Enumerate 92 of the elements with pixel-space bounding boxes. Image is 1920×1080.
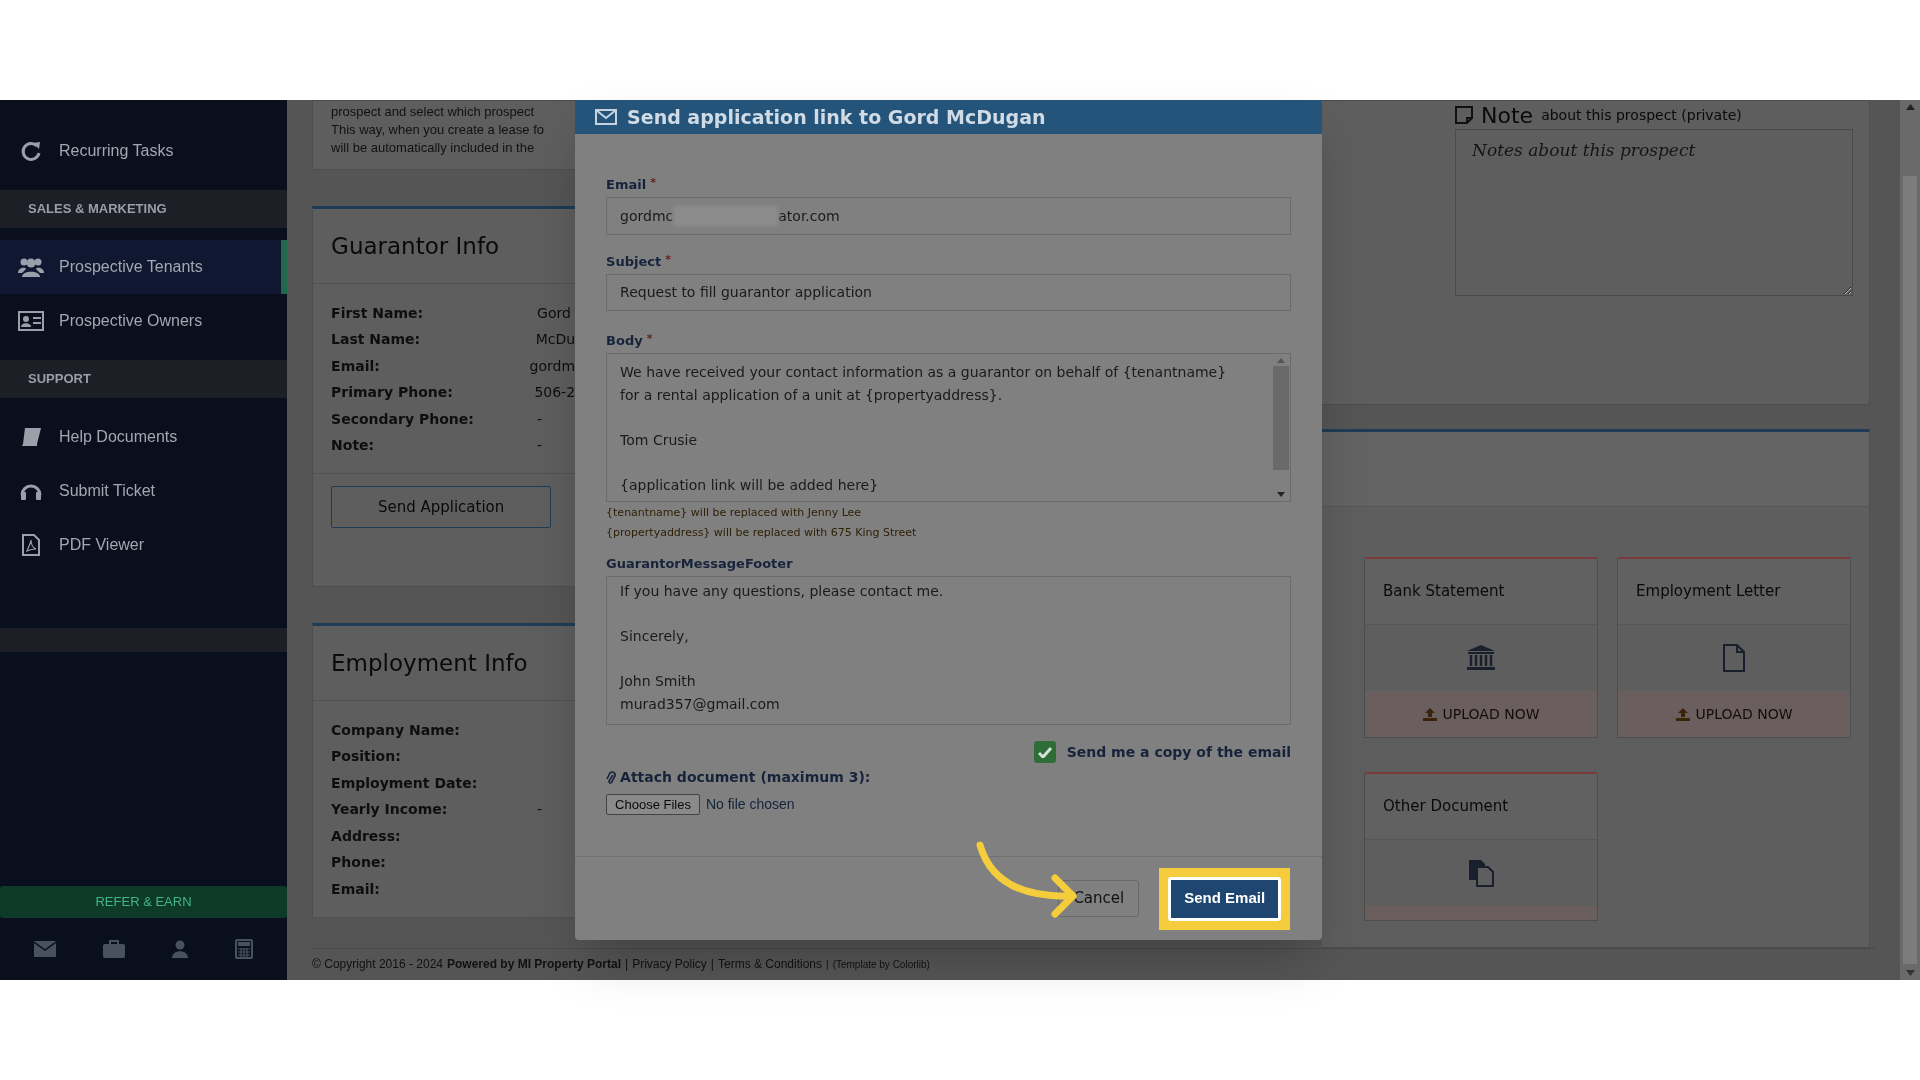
field-value: -	[537, 436, 543, 456]
calculator-icon[interactable]	[235, 939, 254, 959]
intro-text: This way, when you create a lease fo	[331, 121, 544, 139]
document-title: Other Document	[1383, 796, 1509, 818]
refer-earn-button[interactable]: REFER & EARN	[0, 886, 288, 918]
refresh-icon	[20, 140, 42, 162]
note-subtitle: about this prospect (private)	[1541, 105, 1742, 125]
field-label: Email	[606, 176, 647, 194]
briefcase-icon[interactable]	[102, 940, 125, 958]
upload-now-button[interactable]: UPLOAD NOW	[1365, 691, 1598, 737]
users-icon	[18, 257, 44, 277]
notes-field[interactable]: Notes about this prospect	[1455, 129, 1854, 296]
upload-now-button[interactable]: UPLOAD NOW	[1618, 691, 1851, 737]
field-label: Employment Date:	[331, 773, 479, 793]
field-label: Last Name:	[331, 330, 422, 350]
field-value: 506-2	[534, 383, 576, 403]
field-label: Body	[606, 332, 643, 350]
field-label: Phone:	[331, 853, 387, 873]
upload-icon	[1675, 707, 1690, 721]
template-credit: (Template by Colorlib)	[832, 957, 930, 972]
field-label: Position:	[331, 747, 402, 767]
pdf-file-icon	[21, 534, 41, 556]
scrollbar[interactable]	[1900, 100, 1920, 980]
field-label: Note:	[331, 436, 376, 456]
field-label: Secondary Phone:	[331, 409, 475, 429]
note-title: Note	[1481, 101, 1534, 130]
upload-icon	[1422, 707, 1437, 721]
send-application-button[interactable]: Send Application	[331, 486, 552, 528]
field-label: GuarantorMessageFooter	[606, 555, 794, 573]
powered-by-text: Powered by MI Property Portal	[447, 956, 622, 973]
field-value: -	[537, 800, 543, 820]
required-mark: *	[650, 175, 656, 191]
sidebar-item[interactable]: Prospective Owners	[0, 294, 288, 348]
separator: |	[625, 956, 629, 973]
field-label: First Name:	[331, 303, 425, 323]
field-value: McDu	[535, 330, 576, 350]
paperclip-icon	[606, 770, 617, 785]
email-field[interactable]: gordmc ator.com	[606, 197, 1292, 235]
cancel-button[interactable]: Cancel	[1058, 880, 1140, 917]
copyright-text: © Copyright 2016 - 2024	[312, 956, 443, 973]
file-status: No file chosen	[705, 795, 795, 814]
scroll-down-icon[interactable]	[1277, 492, 1286, 497]
book-icon	[20, 427, 42, 447]
intro-text: will be automatically included in the	[331, 139, 535, 157]
subject-field[interactable]: Request to fill guarantor application	[606, 274, 1292, 311]
separator: |	[826, 957, 829, 972]
bank-icon	[1466, 644, 1497, 672]
sidebar-item[interactable]: Help Documents	[0, 410, 288, 464]
field-label: Address:	[331, 826, 402, 846]
hint-text: {tenantname} will be replaced with Jenny Lee	[606, 505, 863, 521]
send-email-button[interactable]: Send Email	[1168, 876, 1282, 921]
required-mark: *	[646, 331, 653, 347]
field-value: Gord	[537, 303, 571, 323]
scroll-up-icon[interactable]	[1277, 358, 1286, 363]
field-value: -	[537, 409, 543, 429]
modal-title: Send application link to Gord McDugan	[627, 104, 1046, 130]
document-title: Employment Letter	[1636, 581, 1781, 603]
field-label: Email:	[331, 356, 381, 376]
attach-label: Attach document (maximum 3):	[620, 768, 871, 787]
scroll-up-icon[interactable]	[1905, 104, 1915, 110]
intro-text: prospect and select which prospect	[331, 103, 535, 121]
scroll-down-icon[interactable]	[1905, 970, 1915, 976]
files-icon	[1467, 859, 1496, 887]
file-icon	[1722, 644, 1747, 672]
separator: |	[710, 956, 714, 973]
field-label: Subject	[606, 253, 662, 271]
choose-files-button[interactable]: Choose Files	[606, 794, 700, 815]
required-mark: *	[665, 252, 671, 268]
field-value: gordm	[529, 356, 576, 376]
sidebar-item[interactable]: Recurring Tasks	[0, 124, 288, 178]
checkbox[interactable]	[1033, 741, 1056, 763]
id-card-icon	[18, 311, 44, 331]
field-label: Company Name:	[331, 720, 461, 740]
field-label: Email:	[331, 879, 381, 899]
check-icon	[1037, 746, 1052, 758]
card-title: Guarantor Info	[331, 231, 500, 261]
hint-text: {propertyaddress} will be replaced with 675 King Street	[606, 525, 918, 541]
envelope-icon[interactable]	[33, 941, 56, 957]
sidebar-item[interactable]: PDF Viewer	[0, 518, 288, 572]
sidebar-section-label: SALES & MARKETING	[0, 190, 288, 228]
footer-textarea[interactable]: If you have any questions, please contact me. Sincerely, John Smith murad357@gmail.com	[606, 576, 1292, 725]
field-label: Primary Phone:	[331, 383, 454, 403]
sidebar-item[interactable]: Submit Ticket	[0, 464, 288, 518]
checkbox-label: Send me a copy of the email	[1066, 742, 1292, 762]
card-title: Employment Info	[331, 648, 528, 678]
sidebar-section-label: SUPPORT	[0, 360, 288, 398]
user-icon[interactable]	[172, 940, 189, 958]
envelope-icon	[595, 109, 618, 125]
note-icon	[1455, 106, 1474, 124]
sidebar-item[interactable]: Prospective Tenants	[0, 240, 288, 294]
field-label: Yearly Income:	[331, 800, 449, 820]
document-title: Bank Statement	[1383, 581, 1505, 603]
